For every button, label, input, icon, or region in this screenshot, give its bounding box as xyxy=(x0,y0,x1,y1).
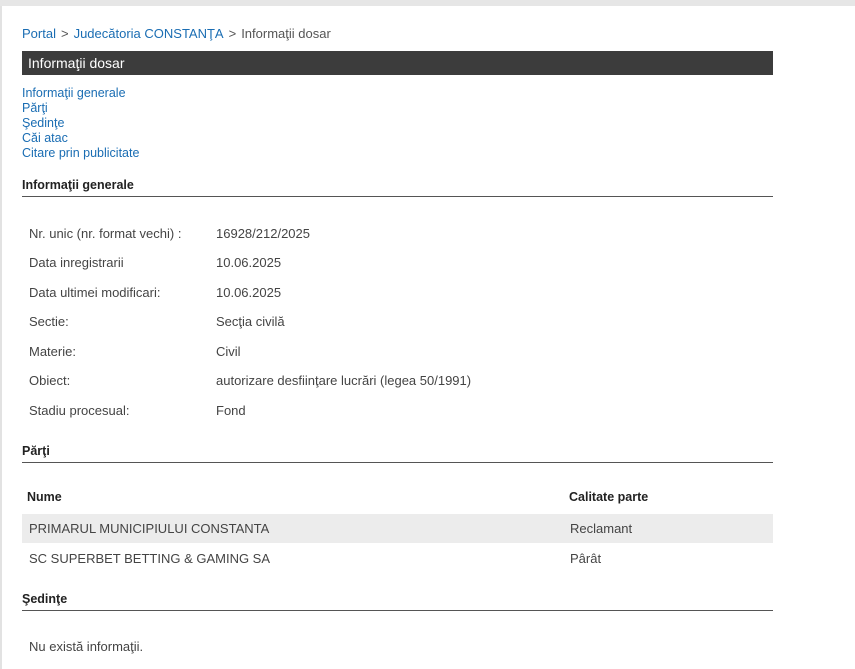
info-value: Secţia civilă xyxy=(216,314,285,329)
breadcrumb-separator: > xyxy=(228,26,237,41)
breadcrumb-portal-link[interactable]: Portal xyxy=(22,26,56,41)
info-value: Civil xyxy=(216,344,241,359)
info-value: 10.06.2025 xyxy=(216,255,282,270)
info-value: 10.06.2025 xyxy=(216,285,282,300)
no-info-message: Nu există informaţii. xyxy=(29,639,144,654)
info-label: Materie: xyxy=(29,344,76,359)
info-row-last-modified: Data ultimei modificari: 10.06.2025 xyxy=(29,285,281,300)
info-label: Sectie: xyxy=(29,314,69,329)
toc-item: Căi atac xyxy=(22,131,139,146)
toc-link-hearings[interactable]: Şedinţe xyxy=(22,116,64,130)
info-value: autorizare desfiinţare lucrări (legea 50… xyxy=(216,373,472,388)
section-title-bar: Informaţii dosar xyxy=(22,51,773,75)
info-row-section: Sectie: Secţia civilă xyxy=(29,314,285,329)
hearings-heading: Şedinţe xyxy=(22,592,773,611)
general-info-heading: Informaţii generale xyxy=(22,178,773,197)
breadcrumb-separator: > xyxy=(60,26,69,41)
section-links: Informaţii generale Părţi Şedinţe Căi at… xyxy=(22,86,139,161)
breadcrumb: Portal > Judecătoria CONSTANŢA > Informaţii … xyxy=(22,26,331,41)
info-value: 16928/212/2025 xyxy=(216,226,310,241)
left-border xyxy=(0,6,2,669)
column-header-role: Calitate parte xyxy=(569,490,649,504)
top-strip xyxy=(0,0,855,6)
info-row-matter: Materie: Civil xyxy=(29,344,241,359)
info-label: Data ultimei modificari: xyxy=(29,285,161,300)
info-row-object: Obiect: autorizare desfiinţare lucrări (l… xyxy=(29,373,471,388)
info-row-registration-date: Data inregistrarii 10.06.2025 xyxy=(29,255,281,270)
info-label: Nr. unic (nr. format vechi) : xyxy=(29,226,182,241)
party-name: PRIMARUL MUNICIPIULUI CONSTANTA xyxy=(29,521,270,536)
parties-heading: Părţi xyxy=(22,444,773,463)
column-header-name: Nume xyxy=(27,490,62,504)
breadcrumb-current: Informaţii dosar xyxy=(241,26,331,41)
toc-item: Informaţii generale xyxy=(22,86,139,101)
breadcrumb-court-link[interactable]: Judecătoria CONSTANŢA xyxy=(74,26,224,41)
toc-link-general[interactable]: Informaţii generale xyxy=(22,86,126,100)
info-row-case-number: Nr. unic (nr. format vechi) : 16928/212/2… xyxy=(29,226,310,241)
toc-item: Şedinţe xyxy=(22,116,139,131)
toc-link-appeals[interactable]: Căi atac xyxy=(22,131,68,145)
info-row-stage: Stadiu procesual: Fond xyxy=(29,403,246,418)
table-row: SC SUPERBET BETTING & GAMING SA Pârât xyxy=(22,544,773,573)
toc-item: Citare prin publicitate xyxy=(22,146,139,161)
toc-link-parties[interactable]: Părţi xyxy=(22,101,48,115)
info-value: Fond xyxy=(216,403,246,418)
table-row: PRIMARUL MUNICIPIULUI CONSTANTA Reclaman… xyxy=(22,514,773,543)
toc-link-summons[interactable]: Citare prin publicitate xyxy=(22,146,139,160)
party-role: Reclamant xyxy=(570,521,633,536)
toc-item: Părţi xyxy=(22,101,139,116)
info-label: Data inregistrarii xyxy=(29,255,124,270)
info-label: Stadiu procesual: xyxy=(29,403,130,418)
info-label: Obiect: xyxy=(29,373,71,388)
party-role: Pârât xyxy=(570,551,602,566)
party-name: SC SUPERBET BETTING & GAMING SA xyxy=(29,551,271,566)
